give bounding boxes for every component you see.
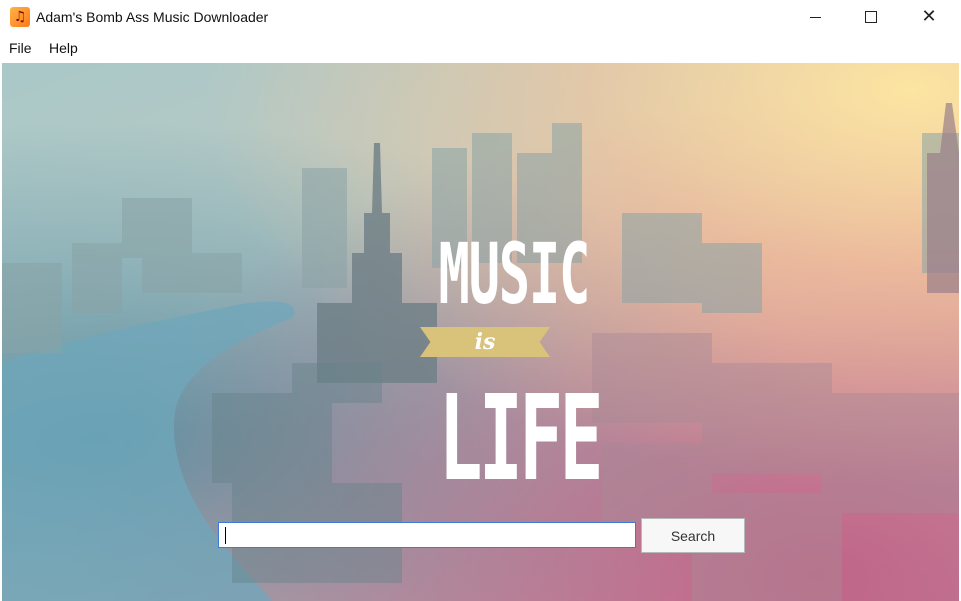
- maximize-icon: [865, 11, 877, 23]
- minimize-icon: [809, 16, 821, 18]
- minimize-button[interactable]: [792, 0, 838, 34]
- text-caret: [225, 527, 226, 544]
- logo-music-text: MUSIC: [438, 225, 591, 323]
- close-icon: ✕: [921, 6, 937, 27]
- menu-bar: File Help: [0, 36, 961, 60]
- close-button[interactable]: ✕: [906, 0, 952, 34]
- menu-help[interactable]: Help: [49, 40, 78, 56]
- logo-life-text: LIFE: [438, 369, 604, 507]
- search-button[interactable]: Search: [641, 518, 745, 553]
- music-is-life-logo: MUSIC is LIFE: [410, 223, 604, 523]
- search-input[interactable]: [218, 522, 636, 548]
- window-title: Adam's Bomb Ass Music Downloader: [36, 9, 269, 25]
- logo-is-text: is: [474, 329, 496, 355]
- maximize-button[interactable]: [848, 0, 894, 34]
- background-image: MUSIC is LIFE: [2, 63, 959, 601]
- menu-file[interactable]: File: [9, 40, 32, 56]
- music-note-icon: ♫: [10, 7, 30, 27]
- title-bar: ♫ Adam's Bomb Ass Music Downloader ✕: [0, 0, 961, 36]
